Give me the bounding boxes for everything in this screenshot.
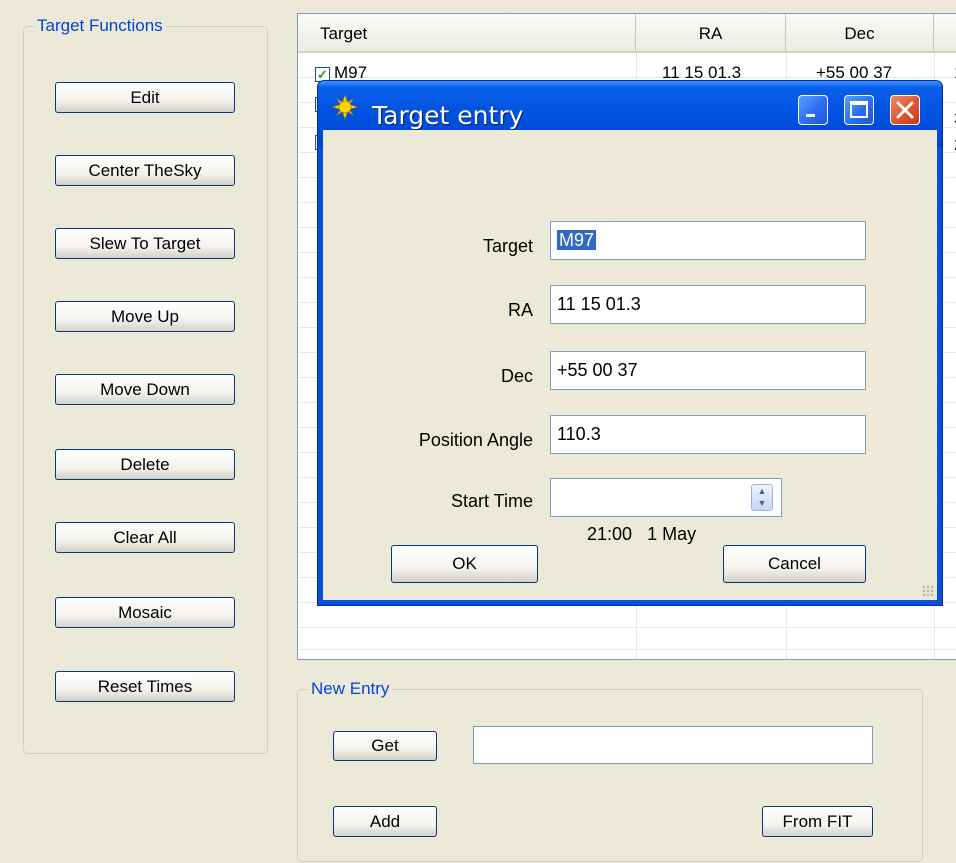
grid-row-line (298, 649, 956, 650)
column-header-dec[interactable]: Dec (786, 14, 934, 51)
mosaic-button[interactable]: Mosaic (55, 597, 235, 628)
grid-header: Target RA Dec (298, 14, 956, 53)
start-time-picker[interactable]: 21:00 1 May ▲ ▼ (550, 478, 782, 544)
position-angle-label: Position Angle (418, 430, 533, 450)
center-thesky-button[interactable]: Center TheSky (55, 155, 235, 186)
dec-label: Dec (500, 366, 533, 386)
target-entry-dialog: Target entry Target M97 RA 11 15 01.3 De… (317, 80, 943, 606)
delete-button[interactable]: Delete (55, 449, 235, 480)
dialog-body: Target M97 RA 11 15 01.3 Dec +55 00 37 P… (323, 130, 937, 600)
target-field[interactable]: M97 (550, 221, 866, 260)
sun-icon (332, 94, 358, 120)
maximize-icon (850, 101, 868, 118)
minimize-button[interactable] (798, 95, 828, 125)
maximize-button[interactable] (844, 95, 874, 125)
add-button[interactable]: Add (333, 806, 437, 837)
close-button[interactable] (890, 95, 920, 125)
get-button[interactable]: Get (333, 731, 437, 761)
new-entry-input[interactable] (473, 726, 873, 764)
spin-updown-icon[interactable]: ▲ ▼ (751, 484, 773, 511)
from-fit-button[interactable]: From FIT (762, 806, 873, 837)
position-angle-field[interactable]: 110.3 (550, 415, 866, 454)
new-entry-title: New Entry (308, 678, 393, 700)
move-up-button[interactable]: Move Up (55, 301, 235, 332)
cancel-button[interactable]: Cancel (723, 545, 866, 583)
minimize-icon (806, 114, 815, 117)
grid-row-line (298, 627, 956, 628)
target-label: Target (482, 236, 533, 256)
ra-label: RA (507, 300, 533, 320)
target-functions-title: Target Functions (34, 15, 166, 37)
clear-all-button[interactable]: Clear All (55, 522, 235, 553)
slew-to-target-button[interactable]: Slew To Target (55, 228, 235, 259)
target-field-value: M97 (557, 230, 597, 250)
edit-button[interactable]: Edit (55, 82, 235, 113)
column-header-ra[interactable]: RA (636, 14, 786, 51)
start-time-value: 21:00 1 May (587, 524, 697, 544)
dec-field[interactable]: +55 00 37 (550, 351, 866, 390)
ra-field[interactable]: 11 15 01.3 (550, 285, 866, 324)
move-down-button[interactable]: Move Down (55, 374, 235, 405)
close-icon (896, 101, 914, 119)
reset-times-button[interactable]: Reset Times (55, 671, 235, 702)
start-time-label: Start Time (450, 491, 533, 511)
column-header-target[interactable]: Target (298, 14, 636, 51)
ok-button[interactable]: OK (391, 545, 538, 583)
resize-grip-icon[interactable] (922, 585, 934, 597)
dialog-title: Target entry (372, 101, 524, 130)
